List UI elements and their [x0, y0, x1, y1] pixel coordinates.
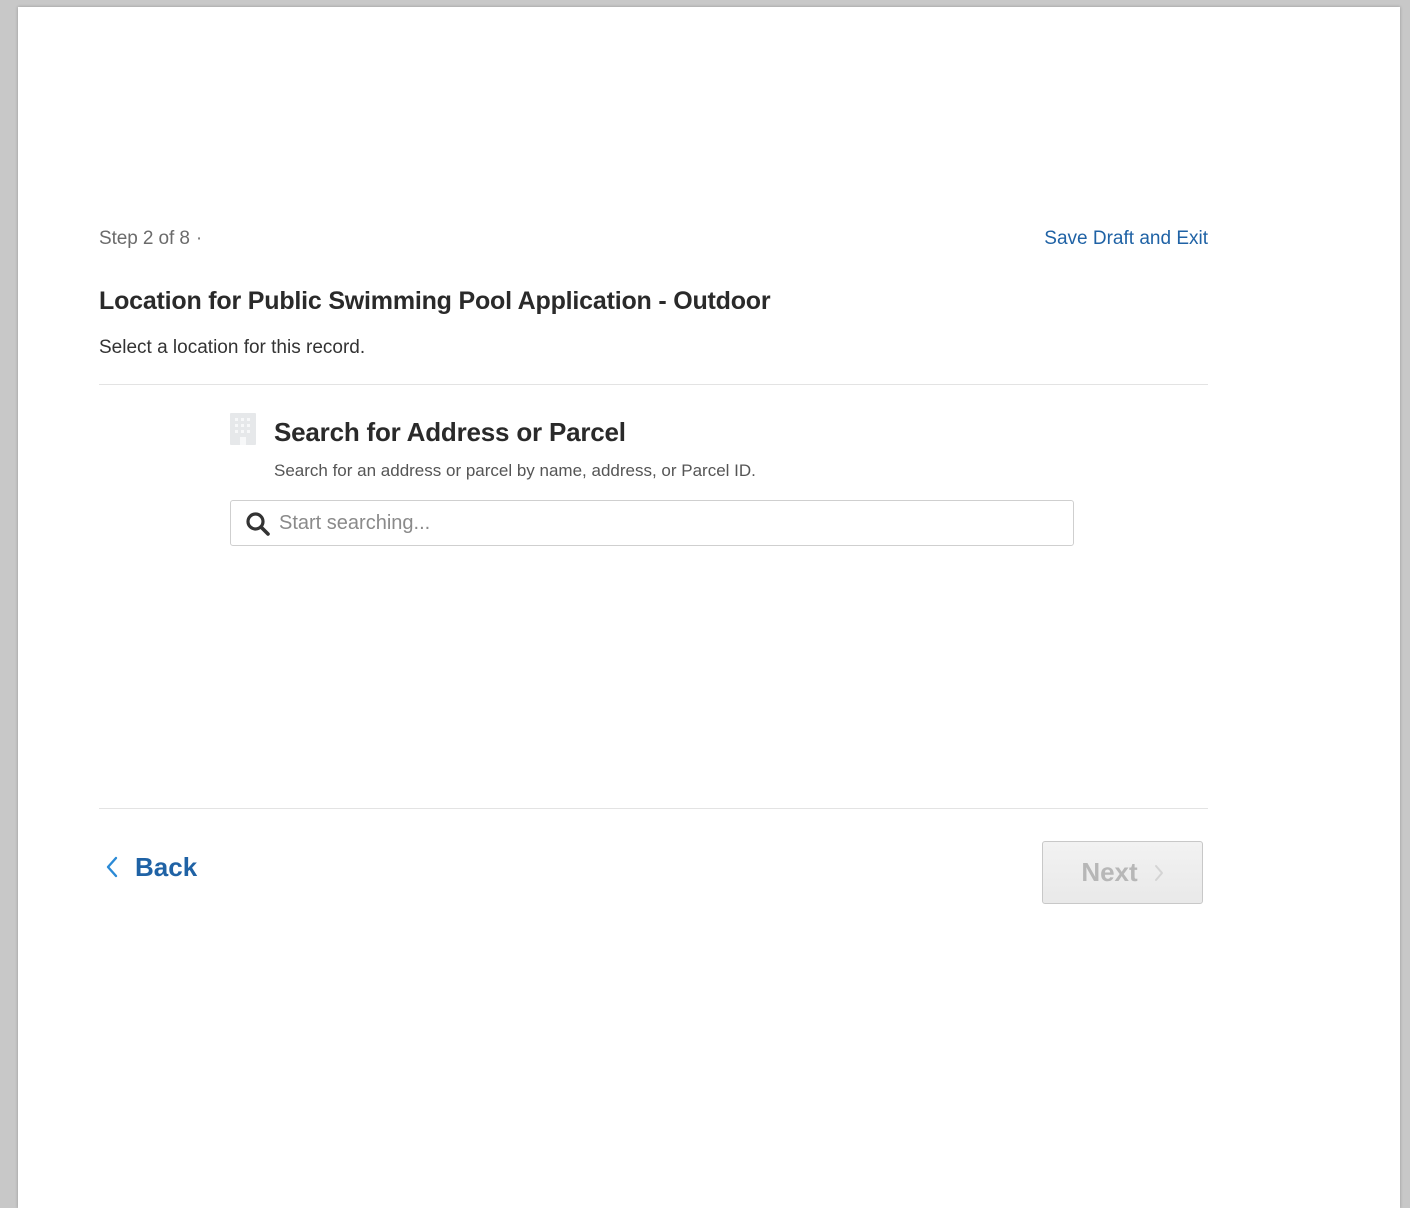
step-header: Step 2 of 8 · Save Draft and Exit — [99, 228, 1208, 254]
page-sheet: Step 2 of 8 · Save Draft and Exit Locatio… — [18, 7, 1400, 1208]
building-icon — [230, 413, 256, 445]
next-button-label: Next — [1081, 857, 1138, 887]
top-divider — [99, 384, 1208, 385]
chevron-right-icon — [1154, 864, 1163, 881]
back-button-label: Back — [135, 851, 198, 882]
address-search-input[interactable] — [279, 501, 1059, 545]
next-button[interactable]: Next — [1042, 841, 1203, 904]
chevron-left-icon — [106, 856, 118, 878]
search-icon — [246, 512, 270, 536]
bottom-divider — [99, 808, 1208, 809]
page-title: Location for Public Swimming Pool Applic… — [99, 287, 771, 315]
search-heading: Search for Address or Parcel — [274, 417, 626, 447]
search-box[interactable] — [230, 500, 1074, 546]
search-description: Search for an address or parcel by name,… — [274, 461, 756, 480]
step-separator: · — [195, 228, 203, 249]
back-button[interactable]: Back — [105, 849, 197, 885]
save-draft-and-exit-link[interactable]: Save Draft and Exit — [1044, 228, 1208, 250]
step-label: Step 2 of 8 — [99, 228, 190, 249]
page-subtitle: Select a location for this record. — [99, 337, 366, 358]
step-indicator: Step 2 of 8 · — [99, 228, 202, 250]
